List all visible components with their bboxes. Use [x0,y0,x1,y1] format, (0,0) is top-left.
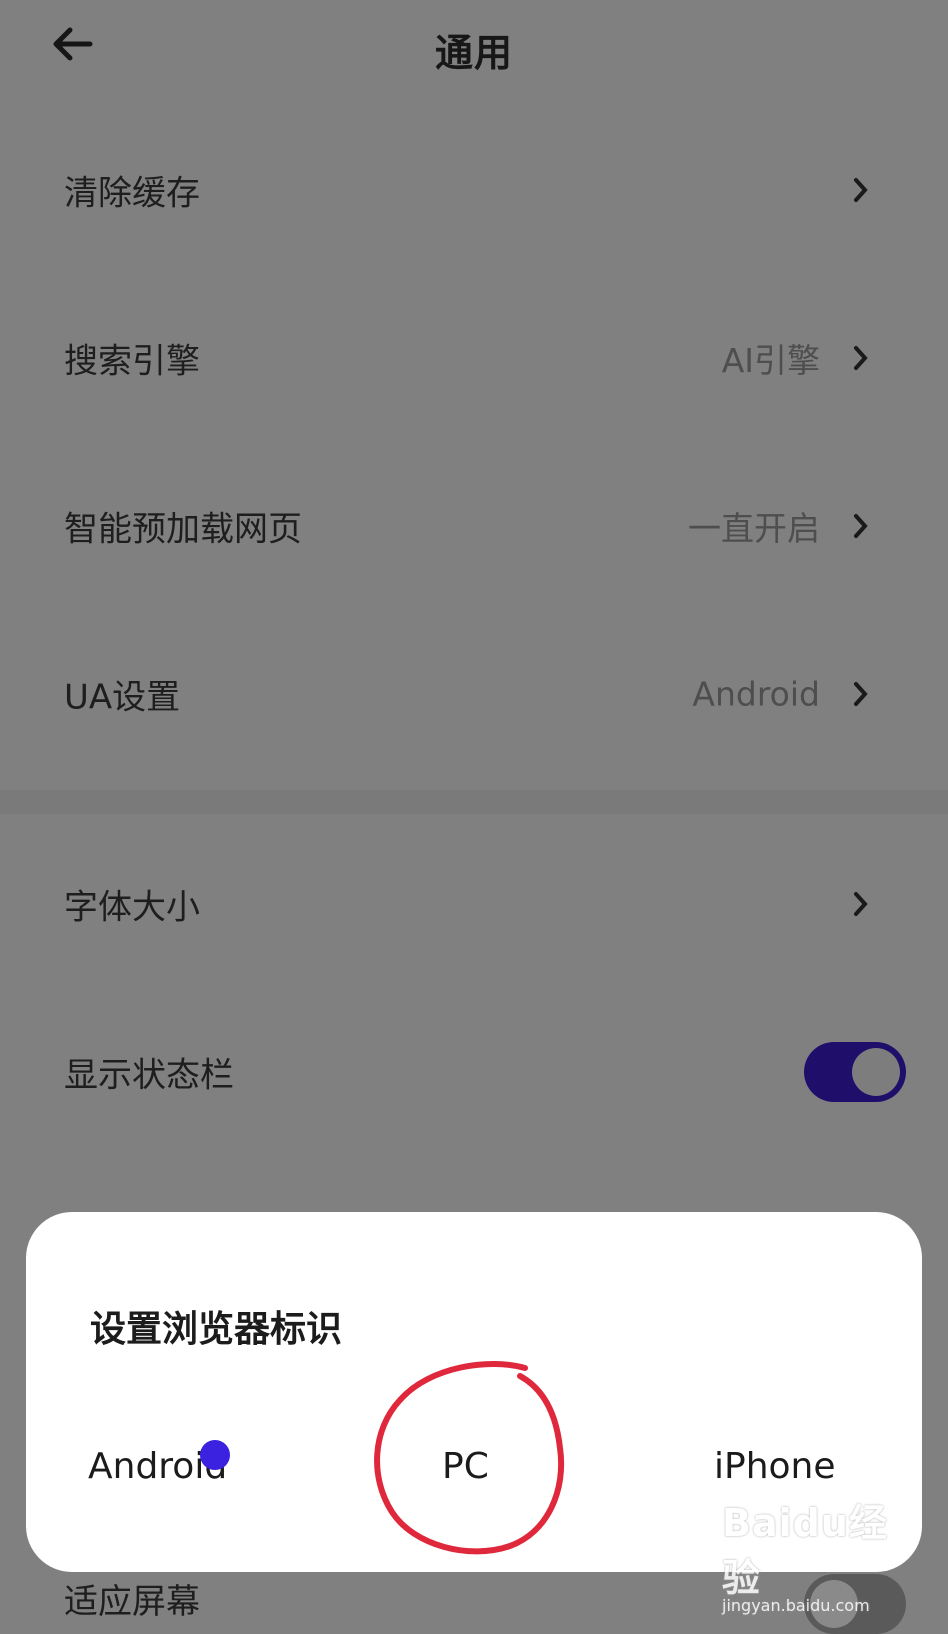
chevron-right-icon [854,514,868,538]
baidu-watermark: Baidu经验 jingyan.baidu.com [722,1492,922,1615]
status-bar-toggle[interactable] [804,1042,906,1102]
option-pc[interactable]: PC [442,1446,489,1487]
setting-value: 一直开启 [688,509,820,548]
settings-screen: 通用 清除缓存 搜索引擎 AI引擎 智能预加载网页 一直开启 UA设置 Andr… [0,0,948,1634]
chevron-right-icon [854,682,868,706]
section-divider [0,790,948,814]
setting-font-size[interactable]: 字体大小 [0,824,948,984]
setting-value: AI引擎 [721,341,820,380]
setting-label: UA设置 [64,677,181,718]
chevron-right-icon [854,178,868,202]
toggle-knob [852,1048,900,1096]
setting-search-engine[interactable]: 搜索引擎 AI引擎 [0,278,948,438]
header: 通用 [0,0,948,90]
setting-label: 显示状态栏 [64,1055,234,1096]
chevron-right-icon [854,892,868,916]
setting-clear-cache[interactable]: 清除缓存 [0,110,948,270]
setting-label: 字体大小 [64,887,200,928]
setting-label: 适应屏幕 [64,1582,200,1622]
watermark-sub: jingyan.baidu.com [722,1596,870,1615]
setting-label: 搜索引擎 [64,341,200,382]
setting-ua[interactable]: UA设置 Android [0,614,948,774]
page-title: 通用 [434,31,513,75]
selected-indicator-dot [200,1440,230,1470]
chevron-right-icon [854,346,868,370]
setting-value: Android [692,674,820,714]
setting-preload[interactable]: 智能预加载网页 一直开启 [0,446,948,606]
dialog-title: 设置浏览器标识 [90,1309,343,1350]
setting-status-bar: 显示状态栏 [0,992,948,1152]
option-iphone[interactable]: iPhone [714,1446,836,1487]
setting-label: 智能预加载网页 [64,509,302,550]
watermark-main: Baidu经验 [722,1501,888,1600]
setting-label: 清除缓存 [64,173,200,214]
